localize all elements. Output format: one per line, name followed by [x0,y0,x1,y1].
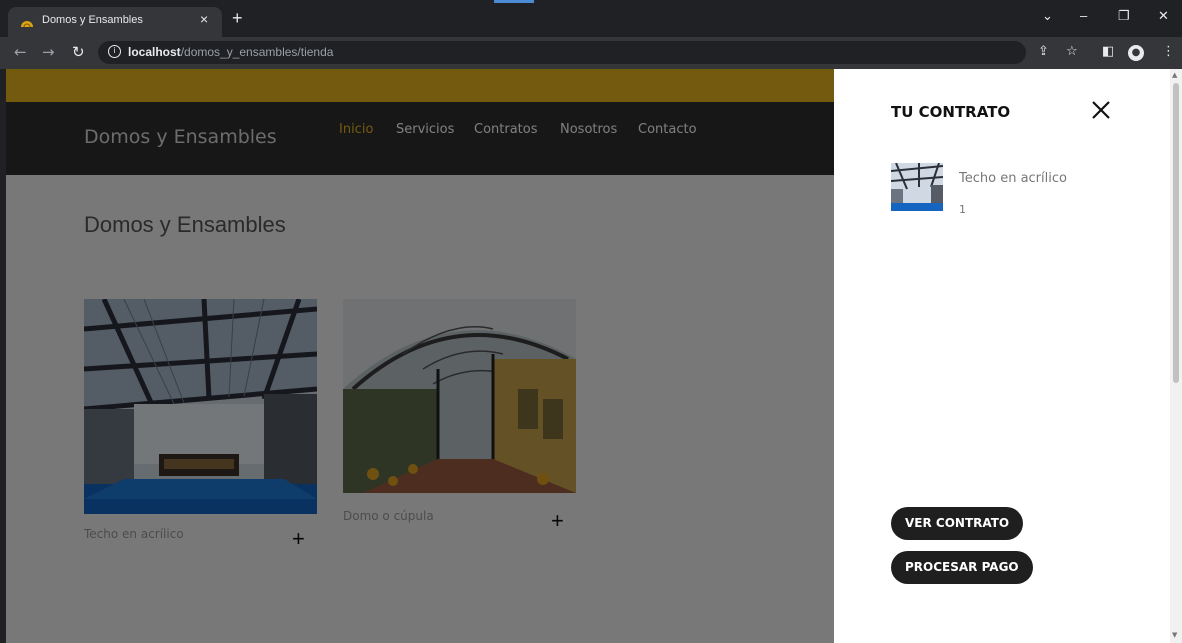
page-viewport: Domos y Ensambles Inicio Servicios Contr… [6,69,1170,643]
window-close-icon[interactable]: ✕ [1158,8,1169,24]
tab-title: Domos y Ensambles [42,14,143,26]
scroll-thumb[interactable] [1173,83,1179,383]
modal-backdrop[interactable] [6,69,834,643]
cart-item-name: Techo en acrílico [959,171,1067,186]
view-contract-button[interactable]: VER CONTRATO [891,507,1024,540]
process-payment-button[interactable]: PROCESAR PAGO [891,551,1033,584]
back-icon[interactable]: ← [14,43,27,61]
url-input[interactable]: i localhost/domos_y_ensambles/tienda [98,41,1026,64]
contract-side-panel: TU CONTRATO Techo en acrílico 1 VER CONT… [834,69,1170,643]
browser-tab[interactable]: Domos y Ensambles × [8,7,222,37]
favicon-icon [21,21,33,28]
close-icon[interactable] [1090,99,1112,121]
forward-icon[interactable]: → [42,43,55,61]
scroll-up-icon[interactable]: ▲ [1172,71,1177,79]
panel-title: TU CONTRATO [891,103,1011,121]
tab-search-icon[interactable]: ⌄ [1042,8,1053,24]
reload-icon[interactable]: ↻ [72,43,85,61]
share-icon[interactable]: ⇪ [1038,44,1049,59]
minimize-icon[interactable]: – [1080,8,1087,23]
warehouse-thumb-icon [891,163,943,211]
profile-icon[interactable]: ● [1128,45,1144,61]
tab-strip-indicator [494,0,534,3]
new-tab-button[interactable]: + [232,8,243,29]
cart-item-thumbnail [891,163,943,211]
menu-icon[interactable]: ⋮ [1162,44,1175,59]
url-text: localhost/domos_y_ensambles/tienda [128,45,334,59]
sidepanel-icon[interactable]: ◧ [1102,44,1114,59]
info-icon[interactable]: i [108,45,121,58]
tab-close-icon[interactable]: × [200,11,208,27]
scrollbar[interactable]: ▲ ▼ [1170,69,1182,643]
cart-item-qty: 1 [959,203,966,216]
star-icon[interactable]: ☆ [1066,44,1078,59]
browser-tabbar: Domos y Ensambles × + ⌄ – ❐ ✕ [0,0,1182,37]
scroll-down-icon[interactable]: ▼ [1172,631,1177,639]
restore-icon[interactable]: ❐ [1118,8,1130,24]
address-bar: ← → ↻ i localhost/domos_y_ensambles/tien… [0,37,1182,69]
